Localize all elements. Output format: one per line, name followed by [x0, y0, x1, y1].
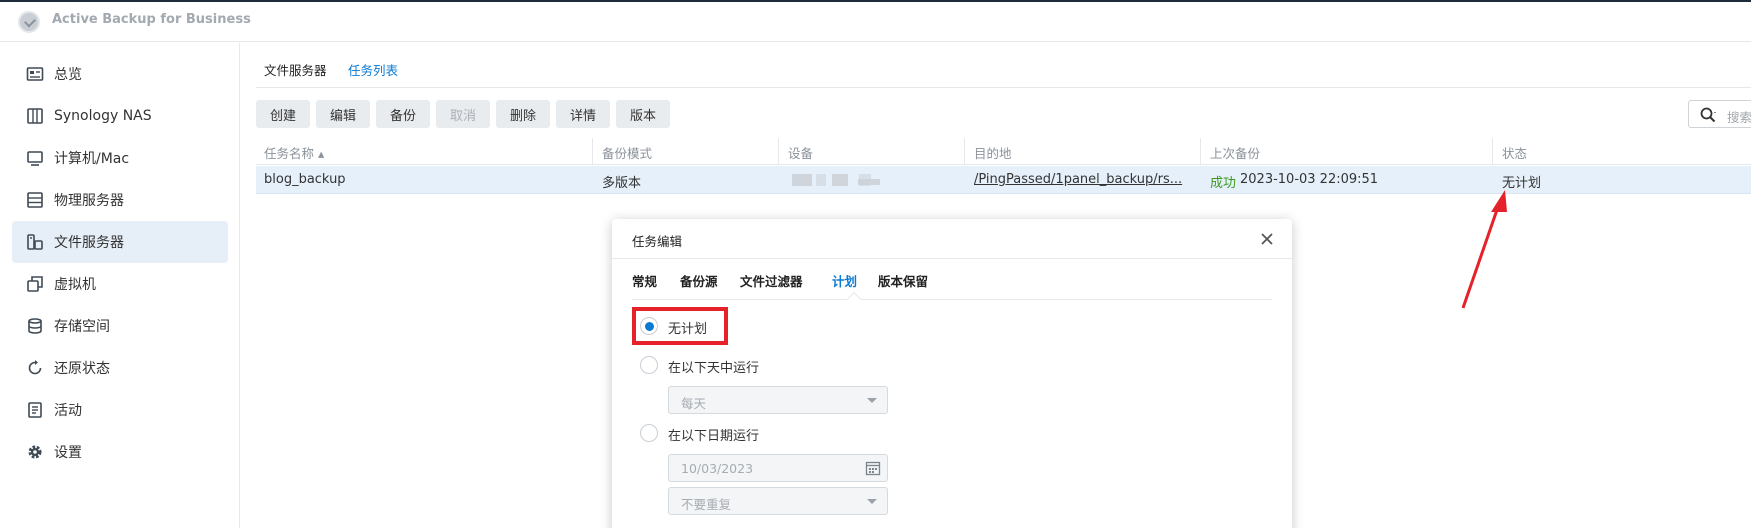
sidebar-item-label: 虚拟机 — [54, 277, 96, 293]
sidebar-item-label: 物理服务器 — [54, 193, 124, 209]
app-title: Active Backup for Business — [52, 12, 251, 27]
create-button[interactable]: 创建 — [256, 100, 310, 128]
calendar-icon[interactable] — [865, 460, 881, 476]
run-on-date-radio[interactable] — [640, 424, 658, 442]
destination-link[interactable]: /PingPassed/1panel_backup/rs... — [974, 172, 1186, 187]
tab-backup-source[interactable]: 备份源 — [680, 271, 718, 290]
search-placeholder: 搜索 — [1727, 110, 1751, 125]
delete-button[interactable]: 删除 — [496, 100, 550, 128]
overview-icon — [26, 65, 44, 83]
annotation-arrow — [1461, 190, 1507, 309]
app-logo-icon — [18, 11, 40, 33]
tab-task-list[interactable]: 任务列表 — [348, 60, 398, 79]
column-divider — [1492, 138, 1493, 165]
edit-button[interactable]: 编辑 — [316, 100, 370, 128]
days-select[interactable]: 每天 — [668, 386, 888, 414]
sidebar-item-overview[interactable]: 总览 — [12, 53, 228, 95]
computer-icon — [26, 149, 44, 167]
sidebar-item-label: 活动 — [54, 403, 82, 419]
sidebar-item-settings[interactable]: 设置 — [12, 431, 228, 473]
sidebar-item-restore-status[interactable]: 还原状态 — [12, 347, 228, 389]
tab-schedule[interactable]: 计划 — [832, 271, 857, 290]
task-name-cell: blog_backup — [264, 172, 346, 187]
tab-version-retention[interactable]: 版本保留 — [878, 271, 928, 290]
column-task-name[interactable]: 任务名称 ▴ — [264, 143, 324, 162]
sidebar-item-label: Synology NAS — [54, 108, 152, 124]
active-tab-caret — [846, 291, 862, 307]
column-divider — [592, 138, 593, 165]
column-device[interactable]: 设备 — [788, 143, 813, 162]
sidebar-item-virtual-machine[interactable]: 虚拟机 — [12, 263, 228, 305]
repeat-select-value: 不要重复 — [681, 497, 732, 512]
last-backup-status: 成功 — [1210, 176, 1237, 191]
run-on-days-radio[interactable] — [640, 356, 658, 374]
activity-icon — [26, 401, 44, 419]
column-status[interactable]: 状态 — [1502, 143, 1527, 162]
sidebar-item-label: 还原状态 — [54, 361, 110, 377]
cancel-button[interactable]: 取消 — [436, 100, 490, 128]
chevron-down-icon — [867, 398, 877, 403]
table-row[interactable]: blog_backup 多版本 /PingPassed/1panel_backu… — [256, 166, 1751, 194]
main-tabs: 文件服务器 任务列表 — [256, 50, 1751, 88]
gear-icon — [26, 443, 44, 461]
sidebar-item-label: 设置 — [54, 445, 82, 461]
window-top-border — [0, 0, 1751, 2]
date-value: 10/03/2023 — [681, 461, 754, 476]
sidebar-item-physical-server[interactable]: 物理服务器 — [12, 179, 228, 221]
sidebar-item-label: 总览 — [54, 67, 82, 83]
virtual-machine-icon — [26, 275, 44, 293]
server-icon — [26, 191, 44, 209]
task-edit-dialog: 任务编辑 常规 备份源 文件过滤器 计划 版本保留 无计划 在以下天中运行 每天… — [612, 219, 1292, 528]
last-backup-time: 2023-10-03 22:09:51 — [1240, 172, 1379, 187]
sidebar-item-label: 计算机/Mac — [54, 151, 130, 167]
tab-file-filter[interactable]: 文件过滤器 — [740, 271, 803, 290]
sidebar-item-activity[interactable]: 活动 — [12, 389, 228, 431]
run-on-days-label: 在以下天中运行 — [668, 361, 760, 376]
run-on-date-label: 在以下日期运行 — [668, 429, 760, 444]
sidebar-item-label: 文件服务器 — [54, 235, 124, 251]
restore-icon — [26, 359, 44, 377]
dialog-header: 任务编辑 — [612, 219, 1292, 259]
repeat-select[interactable]: 不要重复 — [668, 487, 888, 515]
search-icon — [1699, 106, 1717, 124]
sidebar-item-storage[interactable]: 存储空间 — [12, 305, 228, 347]
no-schedule-radio[interactable] — [640, 317, 658, 335]
sidebar-item-computer-mac[interactable]: 计算机/Mac — [12, 137, 228, 179]
details-button[interactable]: 详情 — [556, 100, 610, 128]
close-icon[interactable] — [1258, 230, 1276, 248]
column-divider — [964, 138, 965, 165]
search-input[interactable]: 搜索 — [1688, 100, 1751, 128]
tab-file-server[interactable]: 文件服务器 — [264, 60, 327, 79]
tab-general[interactable]: 常规 — [632, 271, 657, 290]
backup-mode-cell: 多版本 — [602, 176, 642, 191]
dialog-tabs: 常规 备份源 文件过滤器 计划 版本保留 — [632, 260, 1272, 307]
date-picker[interactable]: 10/03/2023 — [668, 454, 888, 482]
nas-icon — [26, 107, 44, 125]
title-bar: Active Backup for Business — [0, 0, 1751, 42]
backup-button[interactable]: 备份 — [376, 100, 430, 128]
column-divider — [778, 138, 779, 165]
sidebar: 总览 Synology NAS 计算机/Mac 物理服务器 文件服务器 虚拟机 … — [0, 43, 240, 528]
dialog-title: 任务编辑 — [632, 234, 683, 249]
grid-header: 任务名称 ▴ 备份模式 设备 目的地 上次备份 状态 — [256, 138, 1751, 165]
versions-button[interactable]: 版本 — [616, 100, 670, 128]
column-last-backup[interactable]: 上次备份 — [1210, 143, 1260, 162]
no-schedule-label: 无计划 — [668, 322, 708, 337]
sidebar-item-synology-nas[interactable]: Synology NAS — [12, 95, 228, 137]
column-divider — [1200, 138, 1201, 165]
chevron-down-icon — [867, 499, 877, 504]
column-destination[interactable]: 目的地 — [974, 143, 1012, 162]
sidebar-item-file-server[interactable]: 文件服务器 — [12, 221, 228, 263]
sidebar-item-label: 存储空间 — [54, 319, 110, 335]
days-select-value: 每天 — [681, 396, 707, 411]
status-cell: 无计划 — [1502, 176, 1542, 191]
storage-icon — [26, 317, 44, 335]
file-server-icon — [26, 233, 44, 251]
column-backup-mode[interactable]: 备份模式 — [602, 143, 652, 162]
